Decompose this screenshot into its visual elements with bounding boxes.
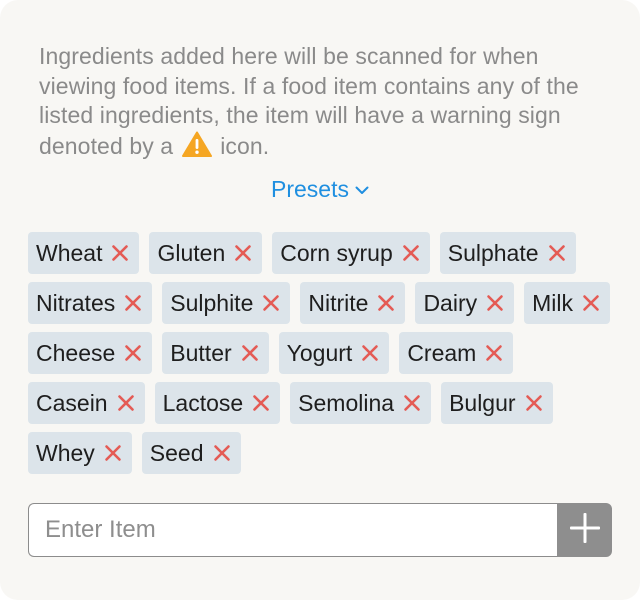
remove-ingredient-button[interactable] — [484, 292, 506, 314]
close-icon — [253, 395, 269, 411]
ingredient-tag: Milk — [524, 282, 610, 324]
ingredient-tag-label: Butter — [170, 339, 232, 366]
remove-ingredient-button[interactable] — [109, 242, 131, 264]
ingredient-tag: Wheat — [28, 232, 140, 274]
chevron-down-icon — [355, 174, 369, 201]
remove-ingredient-button[interactable] — [483, 342, 505, 364]
remove-ingredient-button[interactable] — [232, 242, 254, 264]
remove-ingredient-button[interactable] — [122, 292, 144, 314]
ingredient-filter-panel: Ingredients added here will be scanned f… — [0, 0, 640, 600]
close-icon — [583, 295, 599, 311]
ingredient-tag-label: Corn syrup — [280, 239, 393, 266]
ingredient-tag: Corn syrup — [272, 232, 430, 274]
warning-triangle-icon — [181, 131, 212, 157]
ingredient-tag-label: Cream — [407, 339, 477, 366]
remove-ingredient-button[interactable] — [102, 442, 124, 464]
plus-icon — [568, 511, 602, 550]
remove-ingredient-button[interactable] — [239, 342, 261, 364]
remove-ingredient-button[interactable] — [122, 342, 144, 364]
remove-ingredient-button[interactable] — [211, 442, 233, 464]
ingredient-tag: Cream — [399, 332, 514, 374]
remove-ingredient-button[interactable] — [401, 392, 423, 414]
remove-ingredient-button[interactable] — [115, 392, 137, 414]
close-icon — [487, 295, 503, 311]
remove-ingredient-button[interactable] — [546, 242, 568, 264]
ingredient-tag-label: Nitrates — [36, 289, 116, 316]
close-icon — [548, 245, 565, 261]
add-item-button[interactable] — [557, 503, 612, 557]
ingredient-tag-label: Milk — [532, 289, 573, 316]
close-icon — [125, 295, 142, 311]
ingredient-tag-label: Cheese — [36, 339, 116, 366]
enter-item-input[interactable] — [28, 503, 558, 557]
remove-ingredient-button[interactable] — [260, 292, 282, 314]
remove-ingredient-button[interactable] — [580, 292, 602, 314]
ingredient-tag: Whey — [28, 432, 132, 474]
close-icon — [241, 345, 258, 361]
close-icon — [362, 345, 379, 361]
ingredient-tag-label: Sulphite — [170, 289, 254, 316]
close-icon — [486, 345, 503, 361]
ingredient-tag: Bulgur — [441, 382, 553, 424]
close-icon — [235, 245, 252, 261]
close-icon — [378, 295, 395, 311]
ingredient-tag-label: Nitrite — [308, 289, 369, 316]
close-icon — [404, 395, 420, 411]
ingredient-tag: Nitrates — [28, 282, 153, 324]
ingredient-tag-label: Casein — [36, 389, 108, 416]
presets-label: Presets — [271, 176, 349, 202]
ingredient-tag-label: Semolina — [298, 389, 395, 416]
description-text: Ingredients added here will be scanned f… — [39, 42, 619, 161]
close-icon — [402, 245, 419, 261]
ingredient-tag: Lactose — [154, 382, 281, 424]
presets-dropdown[interactable]: Presets — [0, 174, 640, 203]
ingredient-tag-label: Sulphate — [447, 239, 539, 266]
remove-ingredient-button[interactable] — [523, 392, 545, 414]
ingredient-tag: Gluten — [149, 232, 263, 274]
description-text-after-icon: icon. — [220, 132, 270, 159]
add-ingredient-form — [28, 503, 612, 557]
ingredient-tag-label: Yogurt — [286, 339, 353, 366]
remove-ingredient-button[interactable] — [400, 242, 422, 264]
close-icon — [263, 295, 280, 311]
description-text-before-icon: Ingredients added here will be scanned f… — [39, 43, 579, 159]
ingredient-tag-label: Lactose — [162, 389, 244, 416]
ingredient-tag: Sulphite — [162, 282, 291, 324]
ingredient-tag: Semolina — [290, 382, 432, 424]
close-icon — [125, 345, 142, 361]
ingredient-tag: Butter — [162, 332, 269, 374]
ingredient-tag: Casein — [28, 382, 145, 424]
ingredient-tag: Yogurt — [278, 332, 390, 374]
close-icon — [525, 395, 542, 411]
ingredient-tag-label: Dairy — [423, 289, 478, 316]
ingredient-tag-label: Whey — [36, 439, 95, 466]
ingredient-tag-list: Wheat Gluten Corn syrup Sulphate Nitrates Sul… — [28, 232, 618, 474]
ingredient-tag: Nitrite — [300, 282, 406, 324]
close-icon — [213, 445, 230, 461]
close-icon — [104, 445, 121, 461]
ingredient-tag: Seed — [141, 432, 241, 474]
ingredient-tag-label: Wheat — [36, 239, 103, 266]
remove-ingredient-button[interactable] — [250, 392, 272, 414]
ingredient-tag: Dairy — [415, 282, 515, 324]
remove-ingredient-button[interactable] — [359, 342, 381, 364]
ingredient-tag-label: Bulgur — [449, 389, 516, 416]
close-icon — [117, 395, 134, 411]
close-icon — [112, 245, 129, 261]
ingredient-tag-label: Seed — [149, 439, 204, 466]
ingredient-tag: Sulphate — [439, 232, 576, 274]
ingredient-tag: Cheese — [28, 332, 153, 374]
remove-ingredient-button[interactable] — [375, 292, 397, 314]
ingredient-tag-label: Gluten — [157, 239, 226, 266]
